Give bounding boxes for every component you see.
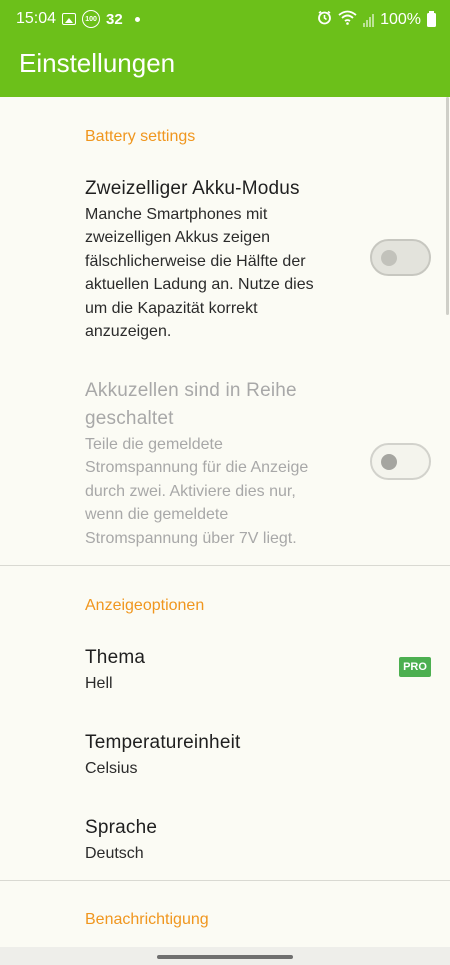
- pref-title: Thema: [85, 647, 146, 668]
- pref-dual-cell-battery[interactable]: Zweizelliger Akku-Modus Manche Smartphon…: [85, 175, 335, 343]
- cells-in-series-toggle: [370, 443, 431, 480]
- page-title: Einstellungen: [19, 48, 176, 78]
- more-notifications-dot-icon: [134, 16, 140, 22]
- scrollbar[interactable]: [446, 97, 449, 315]
- hundred-badge-icon: 100: [82, 10, 101, 28]
- toggle-knob: [381, 454, 397, 470]
- status-time: 15:04: [16, 10, 57, 27]
- signal-icon: [363, 13, 375, 27]
- pref-title: Sprache: [85, 817, 158, 838]
- settings-list[interactable]: Battery settings Zweizelliger Akku-Modus…: [0, 97, 450, 947]
- gesture-handle[interactable]: [157, 955, 293, 959]
- status-bar: 15:04 100 32 100%: [0, 0, 450, 38]
- pro-badge: PRO: [399, 657, 431, 677]
- pref-value: Deutsch: [85, 845, 144, 862]
- dual-cell-toggle[interactable]: [370, 239, 431, 276]
- app-bar: 15:04 100 32 100% Einstellungen: [0, 0, 450, 97]
- pref-title: Zweizelliger Akku-Modus: [85, 178, 300, 199]
- gallery-notification-icon: [62, 13, 77, 25]
- pref-value: Hell: [85, 675, 113, 692]
- section-divider: [0, 880, 450, 881]
- toggle-knob: [381, 250, 397, 266]
- section-header-display: Anzeigeoptionen: [85, 597, 205, 614]
- pref-summary: Teile die gemeldete Stromspannung für di…: [85, 436, 309, 547]
- pref-theme[interactable]: Thema Hell: [85, 644, 335, 695]
- navigation-bar: [0, 947, 450, 965]
- section-divider: [0, 565, 450, 566]
- pref-title: Temperatureinheit: [85, 732, 241, 753]
- pref-title: Akkuzellen sind in Reihe geschaltet: [85, 380, 297, 429]
- section-header-battery: Battery settings: [85, 128, 196, 145]
- status-left: 15:04 100 32: [16, 10, 140, 28]
- status-right: 100%: [317, 10, 436, 30]
- pref-temperature-unit[interactable]: Temperatureinheit Celsius: [85, 729, 335, 780]
- battery-percent: 100%: [380, 11, 421, 28]
- notification-count: 32: [106, 10, 123, 28]
- pref-language[interactable]: Sprache Deutsch: [85, 814, 335, 865]
- battery-icon: [427, 11, 436, 27]
- section-header-notification: Benachrichtigung: [85, 911, 209, 928]
- pref-summary: Manche Smartphones mit zweizelligen Akku…: [85, 206, 314, 341]
- pref-cells-in-series: Akkuzellen sind in Reihe geschaltet Teil…: [85, 377, 335, 550]
- wifi-icon: [338, 10, 357, 30]
- pref-value: Celsius: [85, 760, 138, 777]
- alarm-icon: [317, 10, 332, 30]
